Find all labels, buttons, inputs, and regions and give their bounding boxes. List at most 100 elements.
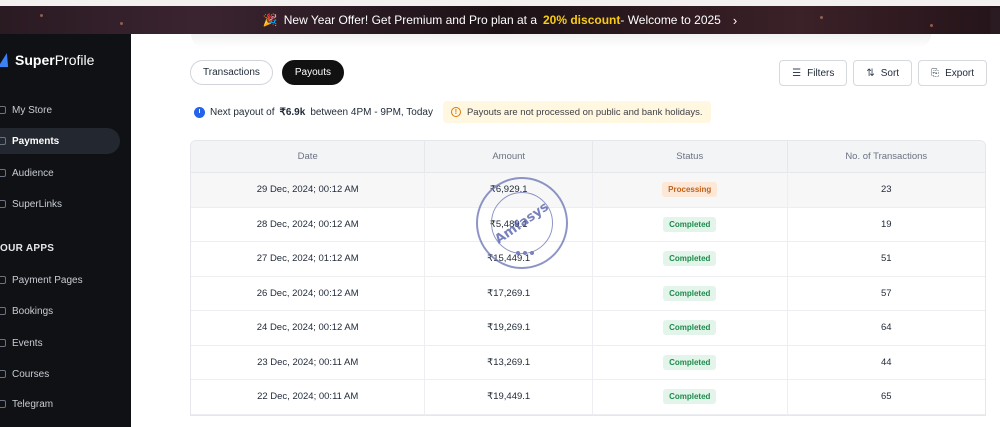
cell-amount: ₹13,269.1 xyxy=(425,345,593,379)
sidebar-item-telegram[interactable]: Telegram xyxy=(0,391,120,417)
cell-status: Completed xyxy=(593,242,788,276)
banner-discount: 20% discount xyxy=(543,13,621,27)
sidebar-item-payments[interactable]: Payments xyxy=(0,128,120,154)
store-icon xyxy=(0,106,6,114)
sort-button[interactable]: ⇅ Sort xyxy=(853,60,913,86)
cell-transaction-count: 51 xyxy=(880,253,892,265)
watermark-dot xyxy=(516,251,520,255)
status-badge: Completed xyxy=(663,354,717,370)
app-logo[interactable]: SuperProfile xyxy=(0,52,94,68)
sidebar: SuperProfile My Store Payments Audience … xyxy=(0,34,131,427)
payouts-table: Date Amount Status No. of Transactions 2… xyxy=(190,140,986,416)
course-icon xyxy=(0,370,6,378)
info-icon: ! xyxy=(450,107,461,117)
tab-group: Transactions Payouts xyxy=(190,60,345,85)
sidebar-item-audience[interactable]: Audience xyxy=(0,160,120,186)
table-body: 29 Dec, 2024; 00:12 AM ₹6,929.1 Processing… xyxy=(191,173,985,415)
banner-decoration xyxy=(930,24,933,27)
cell-date: 26 Dec, 2024; 00:12 AM xyxy=(191,276,426,310)
banner-text-end: - Welcome to 2025 xyxy=(620,13,721,27)
sidebar-item-events[interactable]: Events xyxy=(0,330,120,356)
banner-text: New Year Offer! Get Premium and Pro plan… xyxy=(283,13,537,27)
section-label-apps: OUR APPS xyxy=(0,243,55,254)
cell-transaction-count: 19 xyxy=(880,218,892,230)
filters-button[interactable]: ☰ Filters xyxy=(779,60,848,86)
cell-status: Processing xyxy=(593,173,788,207)
table-row[interactable]: 24 Dec, 2024; 00:12 AM ₹19,269.1 Completed… xyxy=(191,311,985,346)
cell-date: 23 Dec, 2024; 00:11 AM xyxy=(191,345,426,379)
cell-transaction-count: 64 xyxy=(880,322,892,334)
cell-status: Completed xyxy=(593,276,788,310)
table-header: Date Amount Status No. of Transactions xyxy=(191,141,985,173)
export-icon: ⎘ xyxy=(931,67,940,79)
payments-icon xyxy=(0,137,6,145)
banner-decoration xyxy=(120,22,123,25)
header-shadow xyxy=(191,34,931,48)
table-row[interactable]: 28 Dec, 2024; 00:12 AM ₹5,489.1 Completed 1… xyxy=(191,207,985,242)
filter-icon: ☰ xyxy=(792,67,802,79)
watermark-inner-ring: Amfasys xyxy=(491,192,553,254)
cell-status: Completed xyxy=(593,207,788,241)
link-icon xyxy=(0,200,6,208)
sidebar-item-label: Audience xyxy=(12,167,54,179)
promo-banner[interactable]: 🎉 New Year Offer! Get Premium and Pro pl… xyxy=(0,0,1000,34)
cell-status: Completed xyxy=(593,345,788,379)
banner-content: 🎉 New Year Offer! Get Premium and Pro pl… xyxy=(263,13,737,28)
table-row[interactable]: 23 Dec, 2024; 00:11 AM ₹13,269.1 Completed… xyxy=(191,345,985,380)
column-header-transactions[interactable]: No. of Transactions xyxy=(788,141,986,172)
payout-prefix: Next payout of xyxy=(210,106,275,118)
chevron-right-icon[interactable]: › xyxy=(733,13,737,28)
banner-decoration xyxy=(40,14,43,17)
payment-page-icon xyxy=(0,276,6,284)
table-row[interactable]: 22 Dec, 2024; 00:11 AM ₹19,449.1 Completed… xyxy=(191,380,985,415)
watermark-text: Amfasys xyxy=(492,199,552,247)
column-header-status[interactable]: Status xyxy=(593,141,788,172)
banner-corner xyxy=(990,8,1000,34)
cell-transaction-count: 65 xyxy=(880,391,892,403)
banner-top-strip xyxy=(0,0,1000,6)
sidebar-item-label: My Store xyxy=(12,104,53,116)
table-row[interactable]: 26 Dec, 2024; 00:12 AM ₹17,269.1 Completed… xyxy=(191,276,985,311)
cell-date: 22 Dec, 2024; 00:11 AM xyxy=(191,380,426,414)
next-payout-info: Next payout of ₹6.9k between 4PM - 9PM, … xyxy=(194,106,433,118)
table-row[interactable]: 27 Dec, 2024; 01:12 AM ₹15,449.1 Completed… xyxy=(191,242,985,277)
sidebar-item-bookings[interactable]: Bookings xyxy=(0,298,120,324)
payout-suffix: between 4PM - 9PM, Today xyxy=(310,106,433,118)
watermark-dot xyxy=(523,251,527,255)
cell-amount: ₹19,269.1 xyxy=(425,311,593,345)
filters-label: Filters xyxy=(807,67,835,79)
holiday-notice: ! Payouts are not processed on public an… xyxy=(442,101,711,123)
sidebar-item-label: Payments xyxy=(12,135,60,147)
tab-transactions[interactable]: Transactions xyxy=(190,60,273,85)
sort-label: Sort xyxy=(880,67,900,79)
sidebar-item-superlinks[interactable]: SuperLinks xyxy=(0,191,120,217)
cell-amount: ₹19,449.1 xyxy=(425,380,593,414)
export-button[interactable]: ⎘ Export xyxy=(918,60,987,86)
sidebar-item-label: Courses xyxy=(12,368,50,380)
cell-status: Completed xyxy=(593,311,788,345)
watermark-stamp: Amfasys xyxy=(476,177,568,269)
clock-icon xyxy=(194,106,205,118)
telegram-icon xyxy=(0,400,6,408)
main-content: Transactions Payouts ☰ Filters ⇅ Sort ⎘ … xyxy=(131,34,1000,427)
tab-payouts[interactable]: Payouts xyxy=(281,60,345,85)
sidebar-item-label: Bookings xyxy=(12,305,54,317)
status-badge: Completed xyxy=(663,320,717,336)
logo-text: SuperProfile xyxy=(15,52,95,68)
sidebar-item-courses[interactable]: Courses xyxy=(0,361,120,387)
sidebar-item-label: Payment Pages xyxy=(12,274,83,286)
sidebar-item-label: Events xyxy=(12,337,43,349)
sidebar-item-my-store[interactable]: My Store xyxy=(0,97,120,123)
column-header-amount[interactable]: Amount xyxy=(425,141,593,172)
sidebar-item-payment-pages[interactable]: Payment Pages xyxy=(0,267,120,293)
watermark-dots xyxy=(516,251,534,255)
table-row[interactable]: 29 Dec, 2024; 00:12 AM ₹6,929.1 Processing… xyxy=(191,173,985,208)
holiday-notice-text: Payouts are not processed on public and … xyxy=(466,106,703,118)
status-badge: Processing xyxy=(662,182,718,198)
cell-date: 27 Dec, 2024; 01:12 AM xyxy=(191,242,426,276)
cell-transaction-count: 44 xyxy=(880,356,892,368)
party-popper-icon: 🎉 xyxy=(262,13,278,27)
payout-amount: ₹6.9k xyxy=(279,106,306,118)
column-header-date[interactable]: Date xyxy=(191,141,426,172)
cell-date: 29 Dec, 2024; 00:12 AM xyxy=(191,173,426,207)
